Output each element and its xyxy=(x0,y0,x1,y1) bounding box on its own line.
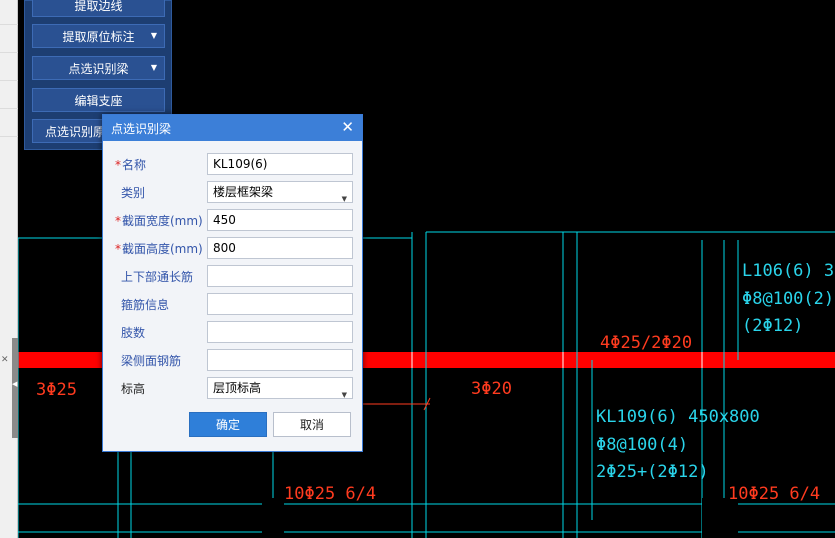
extract-annotation-label: 提取原位标注 xyxy=(62,29,135,44)
caret-down-icon[interactable]: ▼ xyxy=(151,63,157,72)
annotation-beam-name: KL109(6) 450x800 xyxy=(596,407,760,427)
height-label: *截面高度(mm) xyxy=(115,240,203,257)
height-input[interactable]: 800 xyxy=(207,237,353,259)
elevation-value: 层顶标高 xyxy=(213,381,262,395)
through-bar-label: 上下部通长筋 xyxy=(121,270,194,284)
pick-original-label: 点选识别原 xyxy=(45,124,106,139)
name-input[interactable]: KL109(6) xyxy=(207,153,353,175)
width-input[interactable]: 450 xyxy=(207,209,353,231)
strip-divider xyxy=(0,136,18,137)
annotation-mid-bar: 3Φ20 xyxy=(471,379,512,399)
extract-edge-button[interactable]: 提取边线 xyxy=(32,0,165,17)
field-row-legs: 肢数 xyxy=(103,321,364,343)
field-row-elevation: 标高 层顶标高 ▼ xyxy=(103,377,364,399)
collapse-arrow-icon[interactable]: ◀ xyxy=(12,380,17,388)
elevation-select[interactable]: 层顶标高 ▼ xyxy=(207,377,353,399)
field-row-stirrup: 箍筋信息 xyxy=(103,293,364,315)
side-bar-input[interactable] xyxy=(207,349,353,371)
legs-label: 肢数 xyxy=(121,326,146,340)
strip-divider xyxy=(0,108,18,109)
stirrup-label: 箍筋信息 xyxy=(121,298,170,312)
strip-divider xyxy=(0,24,18,25)
width-label-text: 截面宽度(mm) xyxy=(122,214,203,228)
edit-support-label: 编辑支座 xyxy=(74,93,123,108)
field-row-category: 类别 楼层框架梁 ▼ xyxy=(103,181,364,203)
caret-down-icon[interactable]: ▼ xyxy=(151,31,157,40)
dialog-title-bar[interactable]: 点选识别梁 ✕ xyxy=(103,115,362,141)
strip-divider xyxy=(0,80,18,81)
annotation-bottom-right: 10Φ25 6/4 xyxy=(728,484,820,504)
field-row-through-bar: 上下部通长筋 xyxy=(103,265,364,287)
legs-input[interactable] xyxy=(207,321,353,343)
through-bar-input[interactable] xyxy=(207,265,353,287)
chevron-down-icon: ▼ xyxy=(341,195,347,203)
height-label-text: 截面高度(mm) xyxy=(122,242,203,256)
dialog-title: 点选识别梁 xyxy=(111,121,172,136)
required-mark: * xyxy=(115,214,121,228)
annotation-l106-stirrup: Φ8@100(2) xyxy=(742,289,834,309)
width-label: *截面宽度(mm) xyxy=(115,212,203,229)
field-row-name: *名称 KL109(6) xyxy=(103,153,364,175)
side-bar-label: 梁侧面钢筋 xyxy=(121,354,182,368)
close-icon[interactable]: ✕ xyxy=(341,119,354,135)
extract-edge-label: 提取边线 xyxy=(74,0,123,13)
close-icon[interactable]: ✕ xyxy=(1,355,9,365)
cancel-button[interactable]: 取消 xyxy=(273,412,351,437)
name-label: *名称 xyxy=(115,156,146,173)
edit-support-button[interactable]: 编辑支座 xyxy=(32,88,165,112)
category-value: 楼层框架梁 xyxy=(213,185,274,199)
annotation-top-bar: 4Φ25/2Φ20 xyxy=(600,333,692,353)
required-mark: * xyxy=(115,158,121,172)
name-label-text: 名称 xyxy=(122,158,147,172)
column-block xyxy=(262,498,284,538)
annotation-l106-name: L106(6) 300x65 xyxy=(742,261,835,281)
ok-button[interactable]: 确定 xyxy=(189,412,267,437)
column-block xyxy=(702,498,738,538)
category-label: 类别 xyxy=(121,186,146,200)
category-select[interactable]: 楼层框架梁 ▼ xyxy=(207,181,353,203)
elevation-label: 标高 xyxy=(121,382,146,396)
annotation-beam-bars: 2Φ25+(2Φ12) xyxy=(596,462,709,482)
stirrup-input[interactable] xyxy=(207,293,353,315)
field-row-width: *截面宽度(mm) 450 xyxy=(103,209,364,231)
extract-annotation-button[interactable]: 提取原位标注 ▼ xyxy=(32,24,165,48)
annotation-l106-bars: (2Φ12) xyxy=(742,316,803,336)
pick-beam-label: 点选识别梁 xyxy=(68,61,129,76)
chevron-down-icon: ▼ xyxy=(341,391,347,399)
left-panel-strip: ✕ ◀ xyxy=(0,0,18,538)
annotation-left-bar: 3Φ25 xyxy=(36,380,77,400)
field-row-side-bar: 梁侧面钢筋 xyxy=(103,349,364,371)
annotation-bottom-left: 10Φ25 6/4 xyxy=(284,484,376,504)
pick-beam-button[interactable]: 点选识别梁 ▼ xyxy=(32,56,165,80)
field-row-height: *截面高度(mm) 800 xyxy=(103,237,364,259)
strip-divider xyxy=(0,52,18,53)
required-mark: * xyxy=(115,242,121,256)
pick-beam-dialog: 点选识别梁 ✕ *名称 KL109(6) 类别 楼层框架梁 ▼ *截面宽度(mm… xyxy=(102,114,363,452)
annotation-beam-stirrup: Φ8@100(4) xyxy=(596,435,688,455)
